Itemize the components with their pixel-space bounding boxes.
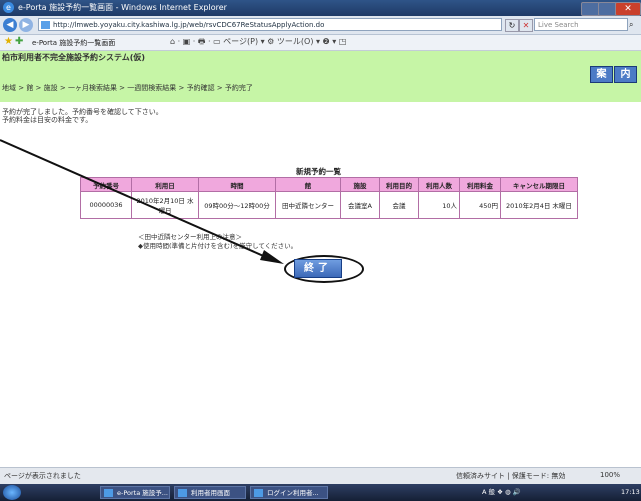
cell-cancel-deadline: 2010年2月4日 木曜日 [500, 191, 578, 219]
header-facility: 施設 [340, 177, 380, 192]
cell-fee: 450円 [459, 191, 501, 219]
search-icon[interactable]: ⌕ [629, 20, 633, 30]
clock: 17:13 [621, 488, 640, 496]
page-favicon-icon [41, 21, 50, 29]
add-favorite-icon[interactable]: ✚ [15, 36, 23, 47]
cell-hall: 田中近隣センター [275, 191, 341, 219]
header-people: 利用人数 [418, 177, 460, 192]
app-task-icon [178, 489, 187, 497]
fee-note: 予約料金は目安の料金です。 [2, 116, 93, 124]
status-bar: ページが表示されました 信頼済みサイト | 保護モード: 無効 100% [0, 467, 641, 484]
cell-use-date: 2010年2月10日 水曜日 [131, 191, 199, 219]
breadcrumb: 地域 > 館 > 施設 > 一ヶ月検索結果 > 一週間検索結果 > 予約確認 >… [2, 84, 253, 92]
header-cancel-deadline: キャンセル期限日 [500, 177, 578, 192]
site-title: 柏市利用者不完全施設予約システム(仮) [2, 53, 146, 62]
zoom-level[interactable]: 100% [600, 471, 620, 479]
table-row: 00000036 2010年2月10日 水曜日 09時00分〜12時00分 田中… [80, 191, 578, 219]
reservation-table: 予約番号 利用日 時間 館 施設 利用目的 利用人数 利用料金 キャンセル期限日… [80, 177, 578, 219]
guide-button-right[interactable]: 内 [614, 66, 637, 83]
header-purpose: 利用目的 [379, 177, 419, 192]
command-bar[interactable]: ⌂ · ▣ · 🖶 · ▭ ページ(P) ▾ ⚙ ツール(O) ▾ ❷ ▾ ◳ [170, 36, 346, 50]
cell-purpose: 会議 [379, 191, 419, 219]
header-fee: 利用料金 [459, 177, 501, 192]
header-reservation-no: 予約番号 [80, 177, 132, 192]
window-title-bar: e e-Porta 施設予約一覧画面 - Windows Internet Ex… [0, 0, 641, 16]
header-use-date: 利用日 [131, 177, 199, 192]
list-title: 新規予約一覧 [296, 167, 341, 176]
taskbar-item[interactable]: ログイン利用者... [250, 486, 328, 499]
forward-button[interactable]: ▶ [19, 18, 33, 32]
cell-facility: 会議室A [340, 191, 380, 219]
back-button[interactable]: ◀ [3, 18, 17, 32]
header-time: 時間 [198, 177, 276, 192]
browser-tab[interactable]: e-Porta 施設予約一覧画面 [32, 37, 164, 49]
browser-toolbar: ★ ✚ e-Porta 施設予約一覧画面 ⌂ · ▣ · 🖶 · ▭ ページ(P… [0, 35, 641, 51]
stop-button[interactable]: ✕ [519, 19, 533, 32]
refresh-button[interactable]: ↻ [505, 19, 519, 32]
status-text: ページが表示されました [4, 472, 81, 480]
search-input[interactable]: Live Search [534, 18, 628, 31]
header-hall: 館 [275, 177, 341, 192]
taskbar-item[interactable]: 利用者用画面 [174, 486, 246, 499]
table-header-row: 予約番号 利用日 時間 館 施設 利用目的 利用人数 利用料金 キャンセル期限日 [80, 177, 578, 192]
ie-task-icon [104, 489, 113, 497]
finish-button[interactable]: 終了 [294, 259, 342, 278]
cell-people: 10人 [418, 191, 460, 219]
guide-button-left[interactable]: 案 [590, 66, 613, 83]
address-url: http://lmweb.yoyaku.city.kashiwa.lg.jp/w… [53, 21, 325, 29]
app-task-icon [254, 489, 263, 497]
taskbar: e-Porta 施設予... 利用者用画面 ログイン利用者... A 般 ❖ ◍… [0, 484, 641, 501]
system-tray[interactable]: A 般 ❖ ◍ 🔊 [482, 486, 641, 499]
close-button[interactable]: ✕ [615, 2, 641, 16]
cell-time: 09時00分〜12時00分 [198, 191, 276, 219]
usage-notice-text: ◆使用時間(準備と片付けを含む)を厳守してください。 [138, 242, 298, 250]
window-title: e-Porta 施設予約一覧画面 - Windows Internet Expl… [18, 3, 227, 12]
web-page: 柏市利用者不完全施設予約システム(仮) 案 内 地域 > 館 > 施設 > 一ヶ… [0, 51, 641, 467]
start-button[interactable] [3, 485, 21, 500]
security-zone: 信頼済みサイト | 保護モード: 無効 [456, 472, 566, 480]
favorites-star-icon[interactable]: ★ [4, 36, 13, 47]
address-bar-row: ◀ ▶ http://lmweb.yoyaku.city.kashiwa.lg.… [0, 16, 641, 35]
cell-reservation-no: 00000036 [80, 191, 132, 219]
ie-logo-icon: e [3, 2, 14, 13]
site-banner: 柏市利用者不完全施設予約システム(仮) 案 内 地域 > 館 > 施設 > 一ヶ… [0, 51, 641, 102]
taskbar-item[interactable]: e-Porta 施設予... [100, 486, 170, 499]
address-input[interactable]: http://lmweb.yoyaku.city.kashiwa.lg.jp/w… [38, 18, 502, 31]
